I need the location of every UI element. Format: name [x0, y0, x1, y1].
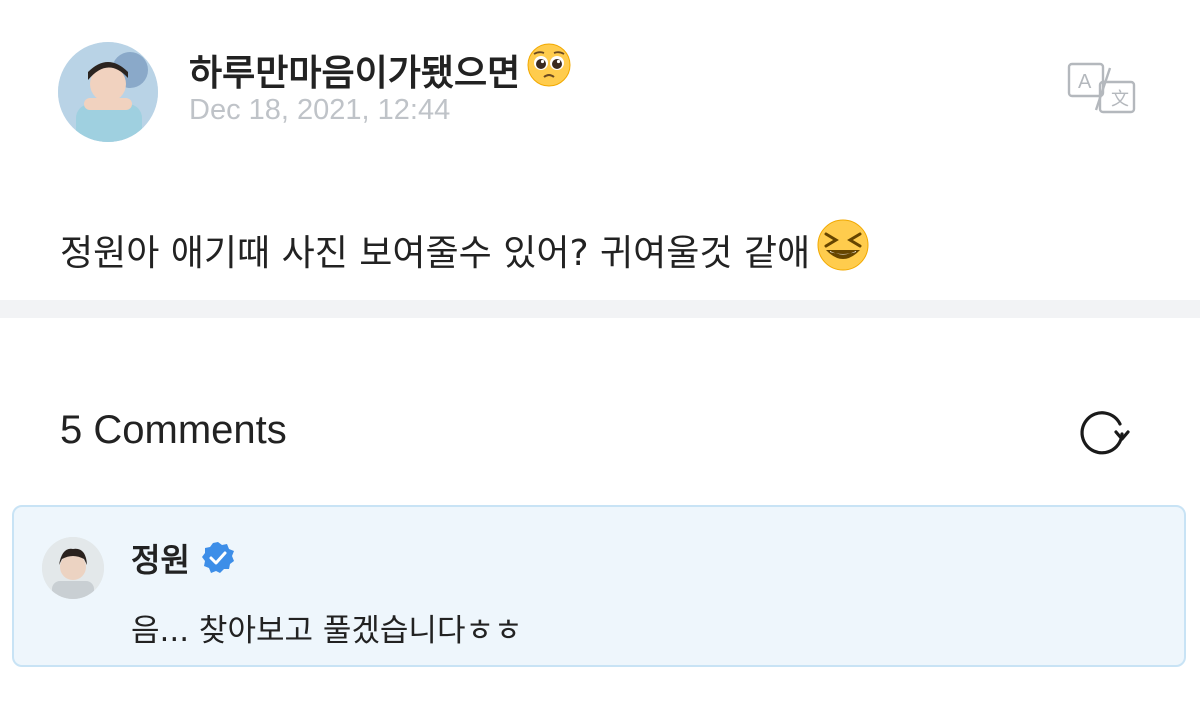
comments-count: 5 Comments	[60, 408, 287, 452]
commenter-name[interactable]: 정원	[131, 535, 236, 581]
refresh-icon	[1080, 411, 1130, 455]
commenter-name-text: 정원	[131, 541, 190, 579]
post-date: Dec 18, 2021, 12:44	[189, 94, 451, 126]
post-header: 하루만마음이가됐으면 Dec 18, 2021, 12:44 A 文	[58, 42, 1158, 142]
verified-badge-icon	[200, 540, 236, 576]
svg-text:A: A	[1078, 71, 1092, 93]
translate-icon: A 文	[1067, 62, 1136, 114]
post-body-text: 정원아 애기때 사진 보여줄수 있어? 귀여울것 같애	[60, 232, 811, 274]
commenter-avatar[interactable]	[42, 537, 104, 599]
author-avatar[interactable]	[58, 42, 158, 142]
comments-header: 5 Comments	[60, 402, 1140, 462]
comment-item[interactable]: 정원 음... 찾아보고 풀겠습니다ㅎㅎ	[12, 505, 1186, 667]
post-body: 정원아 애기때 사진 보여줄수 있어? 귀여울것 같애	[60, 218, 870, 281]
author-name-text: 하루만마음이가됐으면	[189, 52, 521, 94]
comment-text: 음... 찾아보고 풀겠습니다ㅎㅎ	[131, 613, 523, 649]
section-divider	[0, 300, 1200, 318]
translate-button[interactable]: A 文	[1066, 60, 1138, 116]
author-name[interactable]: 하루만마음이가됐으면	[189, 42, 572, 97]
svg-text:文: 文	[1111, 89, 1129, 110]
refresh-button[interactable]	[1074, 402, 1132, 460]
pleading-face-emoji-icon	[526, 42, 572, 97]
grinning-squinting-face-emoji-icon	[816, 218, 870, 281]
